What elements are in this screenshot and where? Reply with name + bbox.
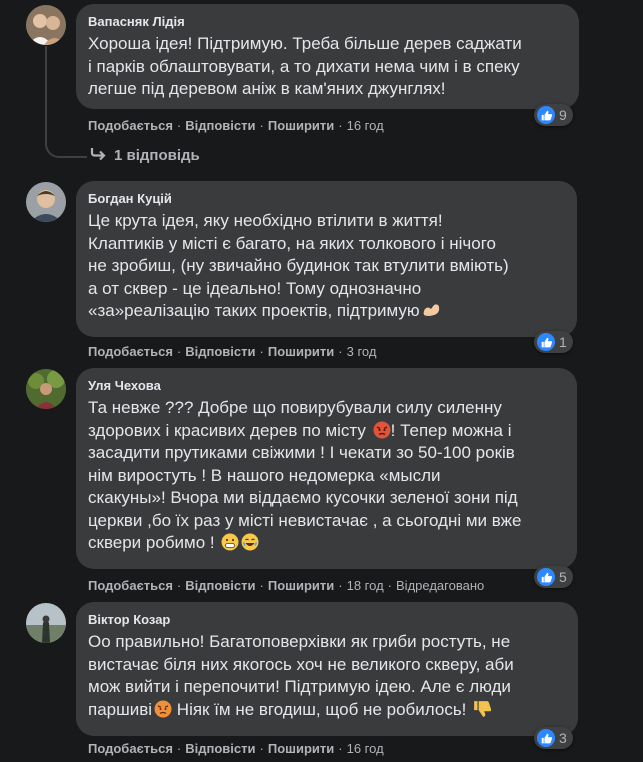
angry-face-icon [373,421,391,439]
avatar[interactable] [26,5,66,45]
comment-bubble: Богдан Куцій Це крута ідея, яку необхідн… [76,181,577,337]
comment-actions: Подобається · Відповісти · Поширити · 3 год [88,344,377,359]
comment-line: здорових і красивих дерев по місту ! Теп… [88,420,565,443]
reaction-number: 9 [559,107,567,123]
comment-author[interactable]: Вапасняк Лідія [88,13,567,30]
comment-actions: Подобається · Відповісти · Поширити · 16 год [88,741,384,756]
edited-label[interactable]: Відредаговано [396,578,484,593]
thumbs-up-icon [537,729,555,747]
comment-line-part: ! Тепер можна і [390,420,512,440]
reply-button[interactable]: Відповісти [185,344,255,359]
thumbs-up-icon [537,106,555,124]
comment-text: Оо правильно! Багатоповерхівки як гриби … [88,631,566,721]
comment-time[interactable]: 18 год [347,578,384,593]
laughing-face-icon [241,533,259,551]
reaction-count[interactable]: 1 [534,331,573,353]
reaction-count[interactable]: 5 [534,566,573,588]
thumbs-down-icon [473,700,492,718]
reaction-count[interactable]: 3 [534,727,573,749]
comment-text: Хороша ідея! Підтримую. Треба більше дер… [88,34,522,98]
avatar[interactable] [26,182,66,222]
comment-text: Це крута ідея, яку необхідно втілити в ж… [88,210,565,323]
thumbs-up-icon [537,333,555,351]
reaction-number: 3 [559,730,567,746]
comment-author[interactable]: Богдан Куцій [88,190,565,207]
comment-line-part: сквери робимо ! [88,533,220,552]
comment-line: церкви ,бо їх раз у місті невистачає , а… [88,510,522,530]
comment-line: Та невже ??? Добре що повирубували силу … [88,398,502,417]
comment-text-content: Це крута ідея, яку необхідно втілити в ж… [88,211,509,320]
comment-line: скакуны»! Вчора ми віддаємо кусочки зеле… [88,488,518,507]
comment-time[interactable]: 16 год [347,741,384,756]
comment-line: паршиві Ніяк їм не вгодиш, щоб не робило… [88,699,566,722]
comment-time[interactable]: 16 год [347,118,384,133]
comment-bubble: Вапасняк Лідія Хороша ідея! Підтримую. Т… [76,4,579,109]
comment-actions: Подобається · Відповісти · Поширити · 18 год · В… [88,578,485,593]
comment-line: засадити прутиками свіжими ! І чекати зо… [88,443,515,462]
like-button[interactable]: Подобається [88,344,173,359]
reply-button[interactable]: Відповісти [185,578,255,593]
share-button[interactable]: Поширити [268,344,334,359]
comment-line: Оо правильно! Багатоповерхівки як гриби … [88,632,511,651]
flexed-biceps-icon [422,301,442,319]
comment-time[interactable]: 3 год [347,344,377,359]
like-button[interactable]: Подобається [88,118,173,133]
comment-line: мож вийти і перепочити! Підтримую ідею. … [88,677,511,696]
comment-bubble: Віктор Козар Оо правильно! Багатоповерхі… [76,602,578,736]
reply-button[interactable]: Відповісти [185,741,255,756]
comment-bubble: Уля Чехова Та невже ??? Добре що повируб… [76,368,577,569]
frowning-face-icon [154,700,172,718]
thumbs-up-icon [537,568,555,586]
comment-text: Та невже ??? Добре що повирубували силу … [88,397,565,555]
reaction-number: 5 [559,569,567,585]
comment-line-part: паршиві [88,699,153,719]
comment-line: нім виростуть ! В нашого недомерка «мысл… [88,465,441,485]
replies-count: 1 відповідь [114,147,200,164]
avatar[interactable] [26,603,66,643]
share-button[interactable]: Поширити [268,578,334,593]
comment-author[interactable]: Віктор Козар [88,611,566,628]
reaction-count[interactable]: 9 [534,104,573,126]
like-button[interactable]: Подобається [88,741,173,756]
reply-button[interactable]: Відповісти [185,118,255,133]
comment-line-part: здорових і красивих дерев по місту [88,420,371,440]
view-replies-link[interactable]: 1 відповідь [90,146,200,166]
grimacing-face-icon [221,533,239,551]
share-button[interactable]: Поширити [268,118,334,133]
reaction-number: 1 [559,334,567,350]
like-button[interactable]: Подобається [88,578,173,593]
comment-line: вистачає біля них якогось хоч не великог… [88,654,514,674]
comment-line-part: Ніяк їм не вгодиш, щоб не робилось! [172,699,472,719]
reply-arrow-icon [90,146,108,166]
avatar[interactable] [26,369,66,409]
comment-actions: Подобається · Відповісти · Поширити · 16 год [88,118,384,133]
comment-line: сквери робимо ! [88,532,565,555]
share-button[interactable]: Поширити [268,741,334,756]
comment-author[interactable]: Уля Чехова [88,377,565,394]
